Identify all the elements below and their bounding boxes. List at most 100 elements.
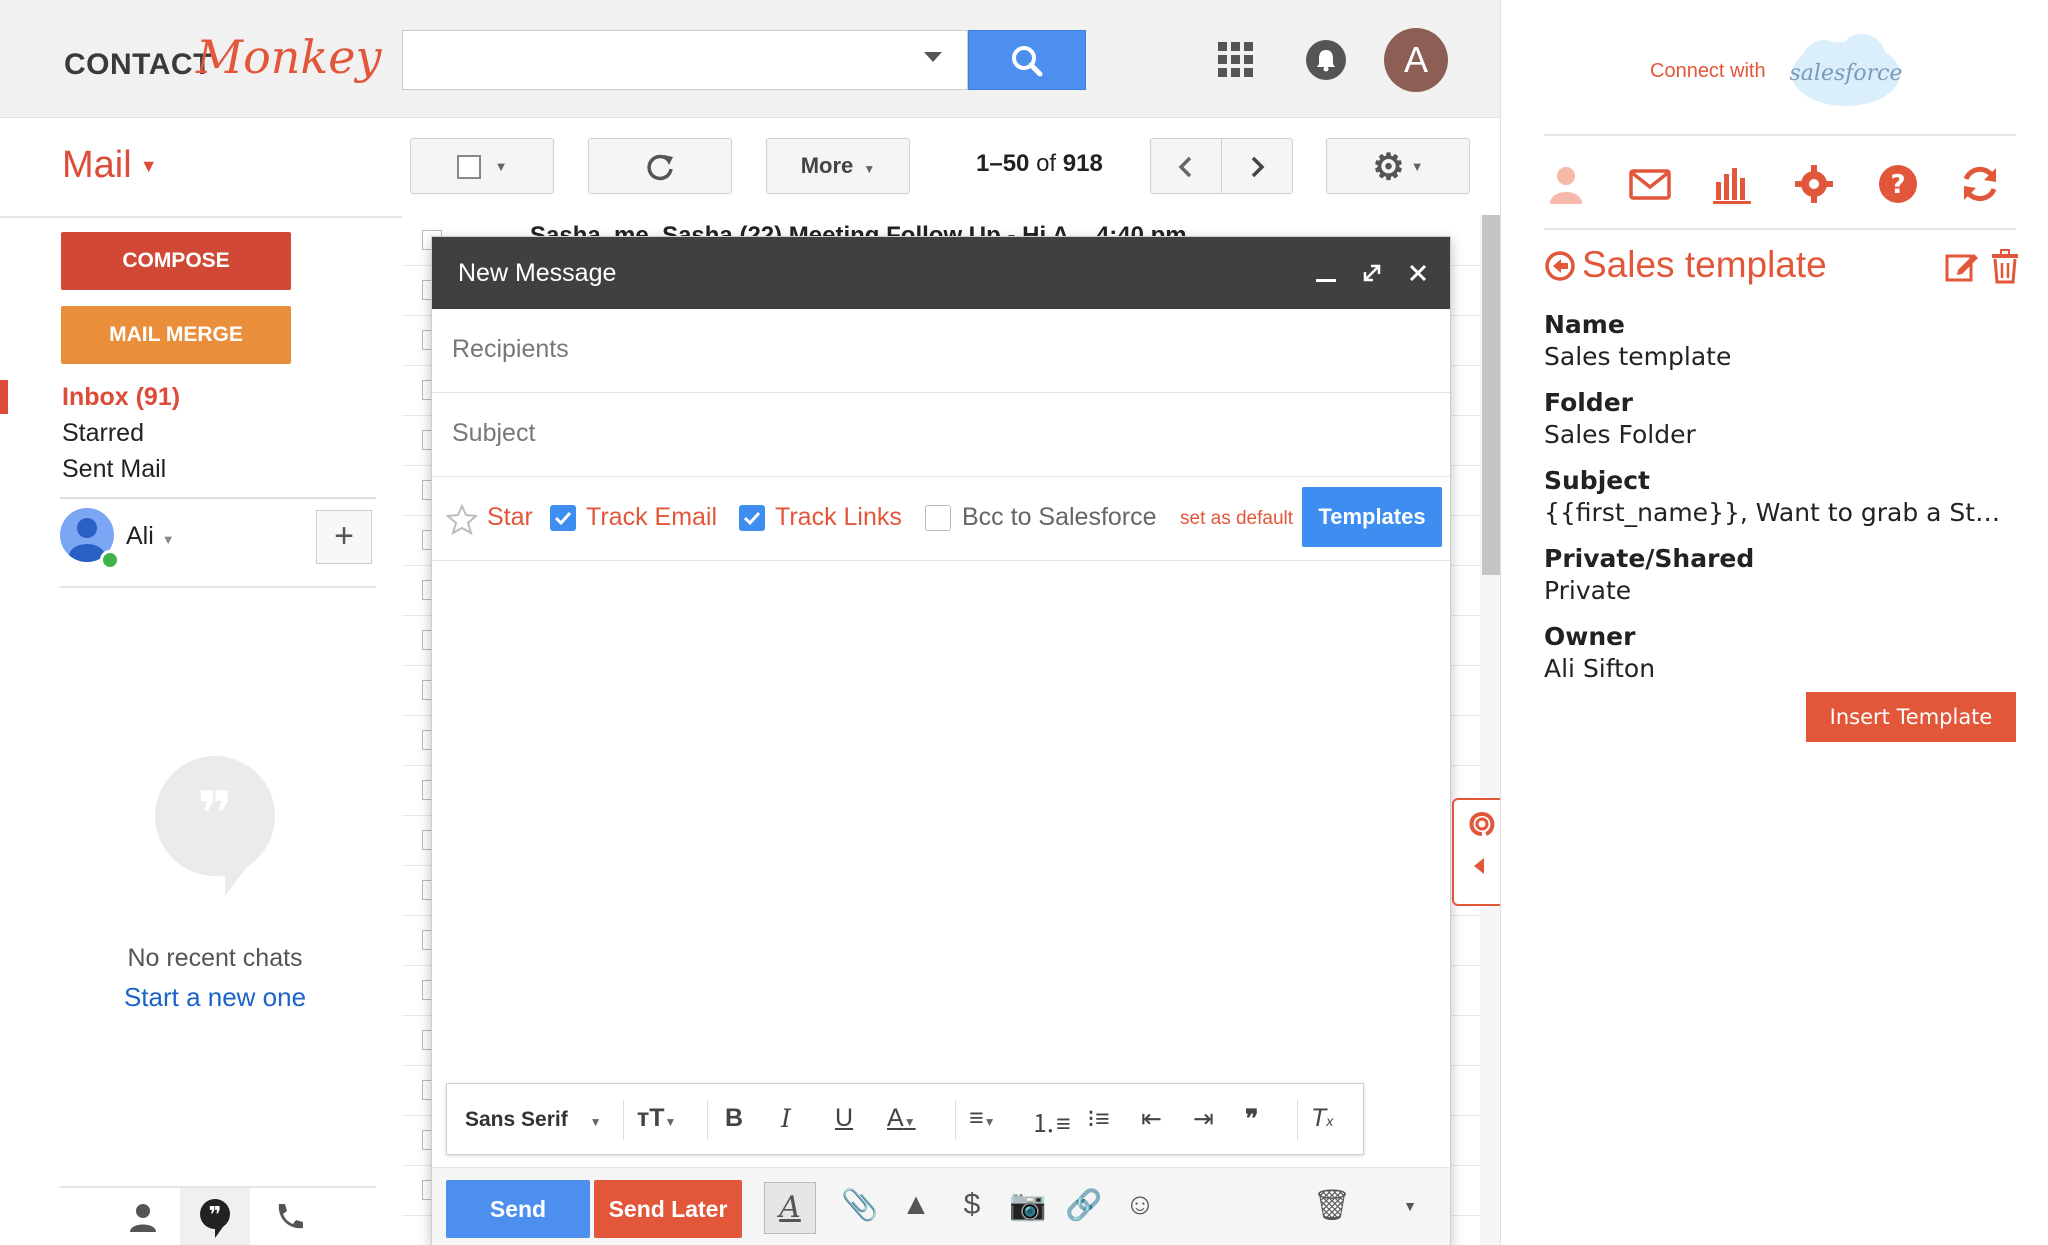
underline-icon[interactable]: U [835, 1104, 853, 1133]
no-chats-text: No recent chats [127, 944, 303, 972]
hangouts-user-menu[interactable]: Ali ▼ [126, 522, 175, 551]
help-question-icon[interactable]: ? [1876, 162, 1920, 206]
recipients-field[interactable]: Recipients [432, 309, 1450, 393]
track-links-checkbox[interactable] [739, 505, 765, 531]
chevron-down-icon: ▼ [863, 162, 876, 176]
hangouts-quote-icon: ❞ [155, 756, 275, 896]
star-icon[interactable] [446, 503, 478, 535]
link-icon[interactable]: 🔗 [1064, 1188, 1104, 1228]
trash-icon[interactable]: 🗑 [1312, 1188, 1352, 1228]
message-body[interactable] [432, 563, 1450, 1073]
delete-trash-icon[interactable] [1990, 248, 2020, 284]
font-family-select[interactable]: Sans Serif ▼ [465, 1108, 601, 1132]
online-status-icon [100, 550, 120, 570]
formatting-options-icon[interactable]: A [764, 1182, 816, 1234]
page-of: of [1036, 150, 1057, 177]
notifications-bell-icon[interactable] [1306, 40, 1346, 80]
account-avatar[interactable]: A [1384, 28, 1448, 92]
mail-menu[interactable]: Mail ▼ [62, 144, 158, 187]
money-icon[interactable]: $ [952, 1188, 992, 1228]
minimize-icon[interactable] [1310, 257, 1342, 289]
page-total: 918 [1062, 150, 1103, 177]
gear-icon: ⚙ [1372, 146, 1405, 188]
contact-person-icon[interactable] [1544, 162, 1588, 206]
track-email-label[interactable]: Track Email [586, 503, 717, 532]
search-options-caret-icon[interactable] [924, 52, 942, 62]
set-as-default-link[interactable]: set as default [1180, 508, 1293, 530]
start-new-chat-link[interactable]: Start a new one [60, 982, 370, 1013]
bcc-salesforce-label[interactable]: Bcc to Salesforce [962, 503, 1157, 532]
templates-button[interactable]: Templates [1302, 487, 1442, 547]
italic-icon[interactable]: I [781, 1104, 791, 1133]
send-later-button[interactable]: Send Later [594, 1180, 742, 1238]
compose-button[interactable]: COMPOSE [61, 232, 291, 290]
field-label-name: Name [1544, 310, 1625, 339]
contactmonkey-logo-icon [1469, 811, 1495, 874]
contacts-tab[interactable] [108, 1188, 178, 1245]
new-chat-button[interactable]: + [316, 510, 372, 564]
logo-contact-text: CONTACT [64, 48, 212, 81]
older-page-button[interactable] [1221, 138, 1293, 194]
drive-icon[interactable]: ▲ [896, 1188, 936, 1228]
font-size-icon[interactable]: ᴛT▼ [637, 1104, 676, 1133]
camera-icon[interactable]: 📷 [1008, 1188, 1048, 1228]
subject-placeholder: Subject [452, 419, 536, 447]
insert-template-button[interactable]: Insert Template [1806, 692, 2016, 742]
bulleted-list-icon[interactable]: ⁝≡ [1087, 1104, 1110, 1134]
settings-gear-icon[interactable] [1792, 162, 1836, 206]
bold-icon[interactable]: B [725, 1104, 743, 1133]
attach-icon[interactable]: 📎 [840, 1188, 880, 1228]
settings-button[interactable]: ⚙ ▼ [1326, 138, 1470, 194]
subject-field[interactable]: Subject [432, 393, 1450, 477]
more-options-icon[interactable]: ▼ [1390, 1198, 1430, 1238]
page-count: 1–50 of 918 [976, 150, 1103, 178]
search-button[interactable] [968, 30, 1086, 90]
track-links-label[interactable]: Track Links [775, 503, 902, 532]
phone-tab[interactable] [254, 1188, 324, 1245]
bcc-salesforce-checkbox[interactable] [925, 505, 951, 531]
sidebar-item-starred[interactable]: Starred [62, 419, 144, 448]
chat-bubble-icon: ❞ [200, 1199, 230, 1238]
sidebar-item-inbox[interactable]: Inbox (91) [62, 383, 180, 412]
refresh-button[interactable] [588, 138, 732, 194]
phone-icon [278, 1204, 303, 1229]
remove-formatting-icon[interactable]: Tx [1311, 1104, 1333, 1133]
compose-header[interactable]: New Message [432, 237, 1450, 309]
emoji-icon[interactable]: ☺ [1120, 1188, 1160, 1228]
select-checkbox-button[interactable]: ▼ [410, 138, 554, 194]
numbered-list-icon[interactable]: ⒈≡ [1031, 1104, 1071, 1140]
more-button[interactable]: More ▼ [766, 138, 910, 194]
sync-refresh-icon[interactable] [1958, 162, 2002, 206]
field-value-owner: Ali Sifton [1544, 654, 1656, 683]
search-input[interactable] [402, 30, 968, 90]
salesforce-logo[interactable]: salesforce [1786, 32, 1904, 116]
indent-less-icon[interactable]: ⇤ [1141, 1104, 1162, 1134]
hangouts-tab[interactable]: ❞ [180, 1188, 250, 1245]
checkbox-icon [456, 155, 481, 180]
star-option[interactable]: Star [487, 503, 533, 532]
edit-icon[interactable] [1944, 248, 1980, 284]
scrollbar-thumb[interactable] [1482, 215, 1500, 575]
send-row: Send Send Later A 📎 ▲ $ 📷 🔗 ☺ 🗑 ▼ [432, 1167, 1450, 1245]
sidebar-item-sent-mail[interactable]: Sent Mail [62, 455, 166, 484]
gmail-app: CONTACT Monkey A Mail ▼ ▼ More ▼ 1–50 of… [0, 0, 1500, 1245]
reports-bar-chart-icon[interactable] [1710, 162, 1754, 206]
align-icon[interactable]: ≡▼ [969, 1104, 995, 1133]
template-title: Sales template [1582, 244, 1827, 285]
back-arrow-icon[interactable] [1544, 250, 1576, 282]
text-color-icon[interactable]: A▼ [887, 1104, 916, 1133]
contactmonkey-side-tab[interactable] [1452, 798, 1500, 906]
expand-icon[interactable] [1356, 257, 1388, 289]
field-value-private-shared: Private [1544, 576, 1632, 605]
track-email-checkbox[interactable] [550, 505, 576, 531]
close-icon[interactable] [1402, 257, 1434, 289]
apps-grid-icon[interactable] [1218, 42, 1254, 78]
email-envelope-icon[interactable] [1628, 162, 1672, 206]
indent-more-icon[interactable]: ⇥ [1193, 1104, 1214, 1134]
mail-merge-button[interactable]: MAIL MERGE [61, 306, 291, 364]
logo-monkey-text: Monkey [196, 30, 382, 84]
quote-icon[interactable]: ❞ [1245, 1104, 1258, 1134]
connect-with-label[interactable]: Connect with [1650, 60, 1766, 83]
send-button[interactable]: Send [446, 1180, 590, 1238]
newer-page-button[interactable] [1150, 138, 1222, 194]
